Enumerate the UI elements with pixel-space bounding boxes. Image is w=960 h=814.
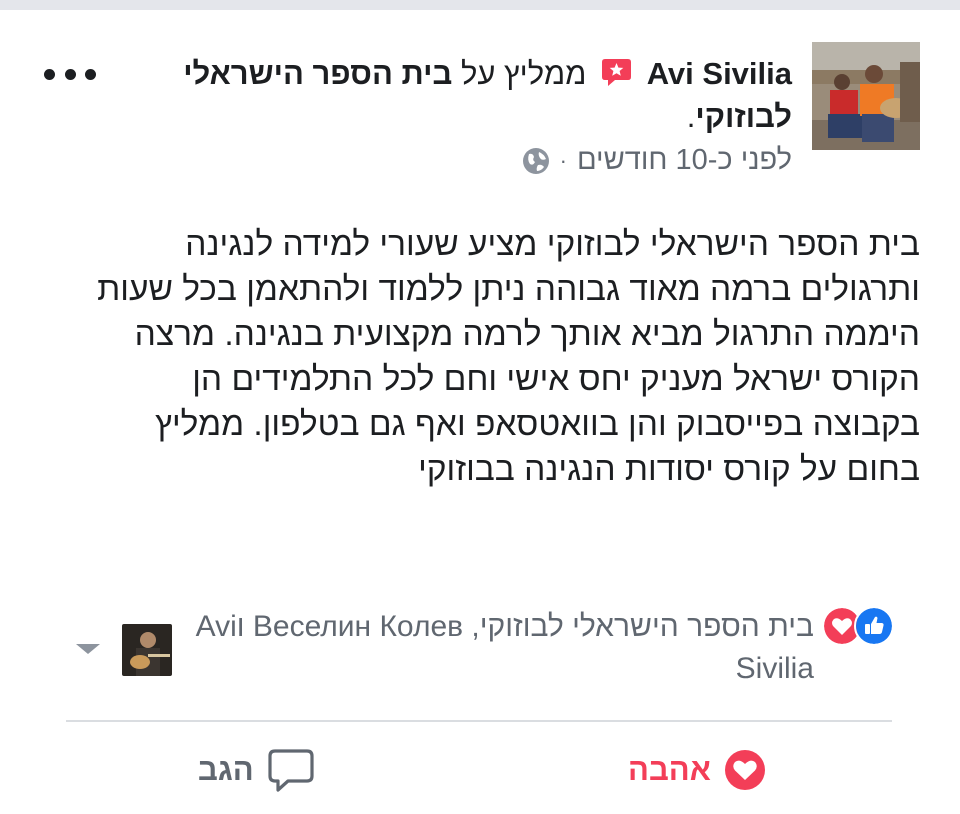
- more-dot: [44, 68, 55, 80]
- meta-separator: ·: [559, 147, 567, 173]
- reaction-icons: [822, 606, 894, 646]
- love-icon: [724, 750, 765, 790]
- globe-icon: [522, 147, 549, 174]
- recommendation-icon: [602, 59, 632, 86]
- more-dot: [85, 68, 96, 80]
- post-time[interactable]: לפני כ-10 חודשים: [577, 144, 792, 177]
- post-headline: Avi Sivilia ממליץ על בית הספר הישראלי לב…: [120, 52, 792, 138]
- reactions-summary[interactable]: בית הספר הישראלי לבוזוקי, Веселин Колев …: [134, 606, 894, 690]
- author-avatar[interactable]: [812, 42, 920, 150]
- reaction-names: בית הספר הישראלי לבוזוקי, Веселин Колев …: [195, 610, 814, 685]
- divider: [66, 720, 892, 722]
- comment-icon: [268, 749, 314, 792]
- more-options-button[interactable]: [44, 60, 96, 88]
- chevron-down-icon[interactable]: [76, 644, 100, 654]
- comment-label: הגב: [198, 752, 254, 787]
- post-meta: לפני כ-10 חודשים ·: [522, 144, 792, 177]
- comment-button[interactable]: הגב: [198, 744, 316, 796]
- post-body: בית הספר הישראלי לבוזוקי מציע שעורי למיד…: [97, 226, 920, 488]
- love-label: אהבה: [628, 752, 711, 787]
- author-name[interactable]: Avi Sivilia: [647, 56, 792, 91]
- more-dot: [64, 68, 76, 80]
- recommends-text: ממליץ על: [460, 56, 587, 91]
- like-icon: [854, 606, 894, 646]
- love-button[interactable]: אהבה: [628, 744, 767, 796]
- commenter-avatar[interactable]: [122, 624, 172, 676]
- top-strip: [0, 0, 960, 10]
